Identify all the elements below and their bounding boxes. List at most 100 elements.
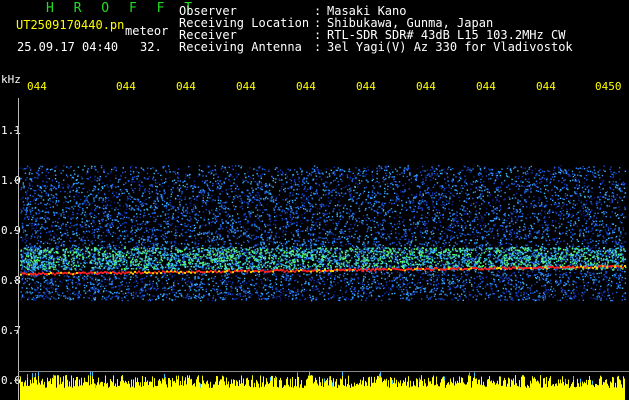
noise-dot <box>377 226 380 228</box>
noise-dot <box>378 186 380 188</box>
noise-dot <box>105 219 107 222</box>
noise-dot <box>237 173 240 176</box>
noise-dot <box>471 285 473 287</box>
noise-dot <box>428 214 431 216</box>
noise-dot <box>123 192 125 194</box>
noise-dot <box>69 222 72 224</box>
noise-dot <box>336 270 338 272</box>
noise-dot <box>562 218 565 220</box>
noise-dot <box>621 213 624 215</box>
noise-dot <box>204 261 207 263</box>
noise-dot <box>619 190 622 192</box>
noise-dot <box>431 233 433 235</box>
noise-dot <box>363 284 365 286</box>
noise-dot <box>383 214 386 217</box>
noise-dot <box>360 283 362 285</box>
noise-dot <box>520 258 522 260</box>
noise-dot <box>343 272 346 275</box>
noise-dot <box>284 238 287 240</box>
noise-dot <box>583 168 586 170</box>
noise-dot <box>48 297 51 299</box>
noise-dot <box>94 229 96 231</box>
noise-dot <box>260 292 263 294</box>
noise-dot <box>410 200 412 203</box>
noise-dot <box>407 197 410 199</box>
noise-dot <box>328 205 330 207</box>
noise-dot <box>438 219 440 221</box>
noise-dot <box>362 201 364 203</box>
noise-dot <box>98 179 101 181</box>
noise-dot <box>329 175 331 177</box>
noise-dot <box>429 238 431 240</box>
noise-dot <box>570 258 572 261</box>
noise-dot <box>225 281 227 283</box>
noise-dot <box>380 212 382 214</box>
noise-dot <box>456 222 459 224</box>
noise-dot <box>406 208 408 211</box>
noise-dot <box>579 278 581 280</box>
noise-dot <box>444 188 446 190</box>
noise-dot <box>214 215 217 217</box>
noise-dot <box>505 250 507 252</box>
noise-dot <box>597 229 599 231</box>
noise-dot <box>26 200 28 202</box>
noise-dot <box>544 213 547 215</box>
noise-dot <box>191 209 193 211</box>
noise-dot <box>207 298 209 300</box>
noise-dot <box>116 291 118 293</box>
noise-dot <box>575 282 577 284</box>
noise-dot <box>242 295 245 297</box>
noise-dot <box>584 218 586 220</box>
noise-dot <box>21 267 23 269</box>
noise-dot <box>540 274 542 276</box>
noise-dot <box>91 242 94 245</box>
noise-dot <box>47 290 49 292</box>
noise-dot <box>295 240 297 242</box>
noise-dot <box>91 252 93 255</box>
noise-dot <box>170 193 173 195</box>
noise-dot <box>605 242 607 244</box>
noise-dot <box>503 222 505 224</box>
noise-dot <box>279 299 282 301</box>
noise-dot <box>573 297 576 299</box>
noise-dot <box>53 186 56 188</box>
noise-dot <box>429 175 431 177</box>
noise-dot <box>519 215 522 218</box>
noise-dot <box>513 194 515 196</box>
noise-dot <box>598 235 600 237</box>
noise-dot <box>435 209 438 211</box>
noise-dot <box>417 249 419 251</box>
noise-dot <box>541 233 543 235</box>
noise-dot <box>34 176 36 179</box>
noise-dot <box>366 293 368 295</box>
noise-dot <box>315 175 317 177</box>
noise-dot <box>538 174 540 177</box>
noise-dot <box>68 195 71 197</box>
noise-dot <box>449 215 452 217</box>
noise-dot <box>334 197 336 199</box>
noise-dot <box>314 243 316 245</box>
noise-dot <box>480 218 482 221</box>
noise-dot <box>388 171 391 174</box>
noise-dot <box>292 212 294 214</box>
noise-dot <box>128 217 130 219</box>
noise-dot <box>93 273 96 275</box>
noise-dot <box>543 249 545 252</box>
noise-dot <box>134 246 137 248</box>
noise-dot <box>513 210 515 213</box>
noise-dot <box>20 188 22 191</box>
noise-dot <box>390 186 392 189</box>
noise-dot <box>307 199 309 201</box>
noise-dot <box>487 242 489 244</box>
noise-dot <box>607 254 609 256</box>
noise-dot <box>66 233 68 236</box>
noise-dot <box>143 231 146 234</box>
noise-dot <box>479 232 481 234</box>
noise-dot <box>248 233 251 235</box>
noise-dot <box>599 220 601 223</box>
noise-dot <box>372 276 374 278</box>
noise-dot <box>325 223 327 226</box>
noise-dot <box>234 190 236 192</box>
noise-dot <box>94 175 96 177</box>
noise-dot <box>197 290 199 292</box>
